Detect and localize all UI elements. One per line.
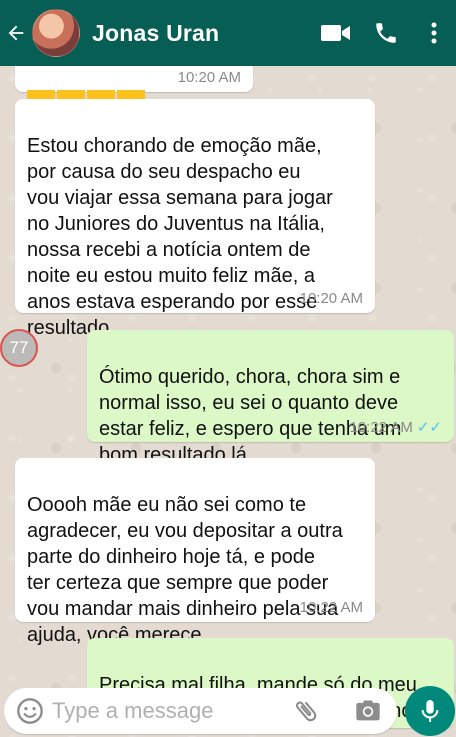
attach-icon[interactable] bbox=[292, 697, 320, 725]
back-arrow-icon[interactable] bbox=[2, 0, 30, 66]
read-ticks-icon: ✓✓ bbox=[416, 419, 442, 436]
more-icon[interactable] bbox=[412, 0, 456, 66]
message-input-bar bbox=[0, 686, 456, 737]
message-bubble-outgoing: Ótimo querido, chora, chora sim e normal… bbox=[87, 330, 454, 466]
mic-button[interactable] bbox=[405, 686, 455, 736]
message-time: 10:22 AM ✓✓ bbox=[349, 404, 442, 436]
contact-name[interactable]: Jonas Uran bbox=[92, 20, 314, 47]
contact-avatar[interactable] bbox=[32, 9, 80, 57]
message-time-label: 10:22 AM bbox=[349, 419, 413, 436]
message-text: Ooooh mãe eu não sei como te agradecer, … bbox=[27, 494, 343, 646]
camera-icon[interactable] bbox=[354, 697, 382, 725]
message-input-pill bbox=[4, 688, 397, 734]
message-time: 10:20 AM bbox=[299, 290, 363, 307]
emoji-icon[interactable] bbox=[16, 697, 44, 725]
chat-header: Jonas Uran bbox=[0, 0, 456, 66]
message-input[interactable] bbox=[52, 698, 272, 724]
message-bubble-incoming: Estou chorando de emoção mãe, por causa … bbox=[15, 99, 375, 339]
unread-count-badge[interactable]: 77 bbox=[0, 329, 38, 367]
mic-icon bbox=[421, 700, 439, 722]
message-time: 10:22 AM bbox=[299, 599, 363, 616]
message-text: Estou chorando de emoção mãe, por causa … bbox=[27, 135, 333, 339]
message-bubble-incoming: Ooooh mãe eu não sei como te agradecer, … bbox=[15, 458, 375, 646]
video-call-icon[interactable] bbox=[314, 0, 358, 66]
message-time: 10:20 AM bbox=[177, 69, 241, 86]
phone-icon[interactable] bbox=[364, 0, 408, 66]
